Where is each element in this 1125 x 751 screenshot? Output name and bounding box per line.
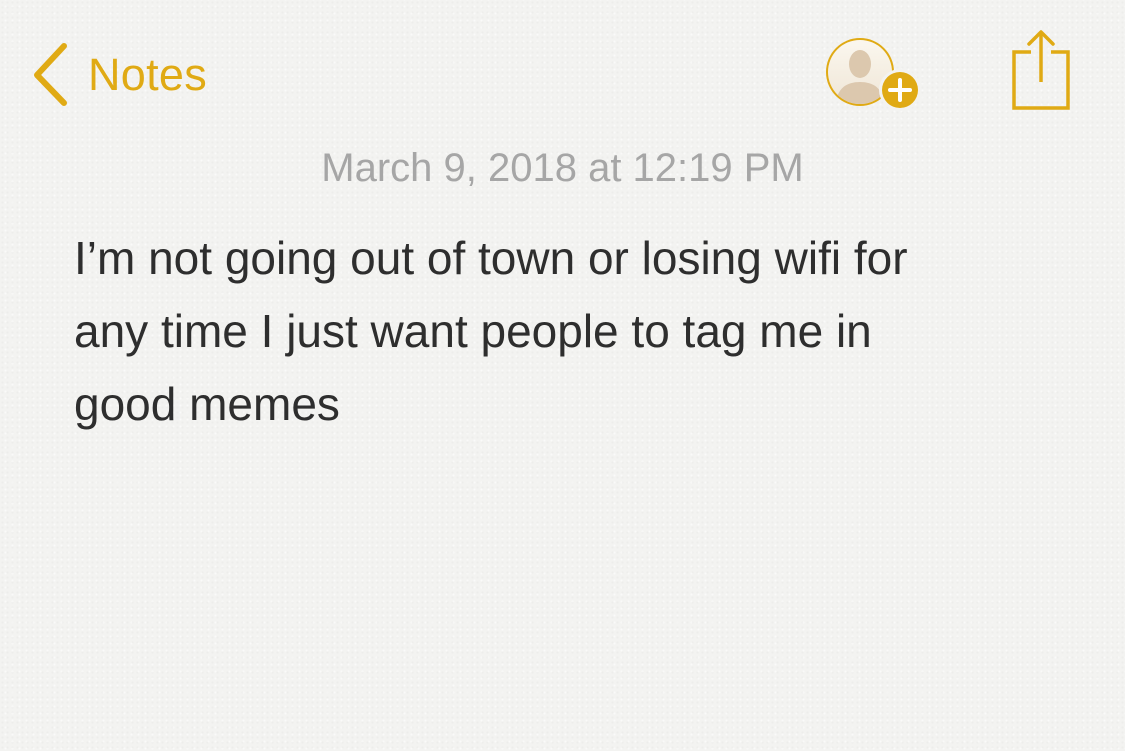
note-body-line: good memes: [74, 378, 340, 430]
note-body-line: any time I just want people to tag me in: [74, 305, 872, 357]
note-body[interactable]: I’m not going out of town or losing wifi…: [74, 222, 1064, 441]
note-date: March 9, 2018 at 12:19 PM: [321, 146, 804, 190]
add-people-button[interactable]: [822, 34, 926, 116]
chevron-left-icon: [30, 40, 70, 108]
share-button[interactable]: [1009, 28, 1073, 114]
add-person-icon: [826, 38, 921, 111]
back-button[interactable]: Notes: [30, 40, 207, 108]
note-body-line: I’m not going out of town or losing wifi…: [74, 232, 908, 284]
back-label: Notes: [88, 48, 208, 100]
share-icon: [1012, 30, 1070, 110]
